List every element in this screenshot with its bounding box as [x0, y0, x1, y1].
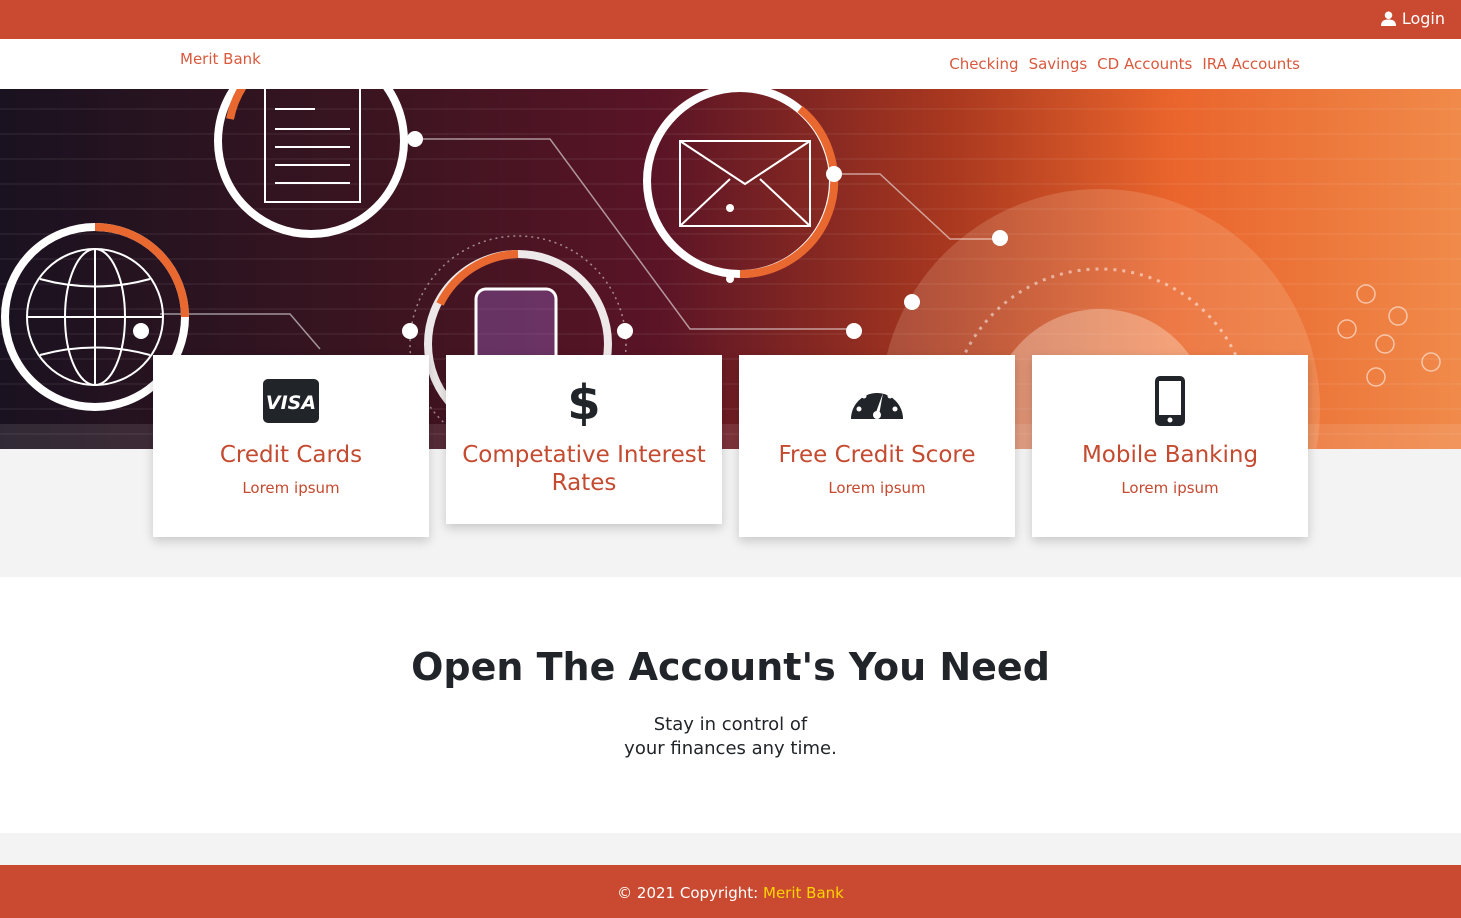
- card-credit-score[interactable]: Free Credit Score Lorem ipsum: [739, 355, 1015, 537]
- footer-brand-link[interactable]: Merit Bank: [763, 884, 844, 902]
- card-title: Credit Cards: [219, 442, 363, 468]
- login-link[interactable]: Login: [1380, 9, 1445, 28]
- card-text: Lorem ipsum: [1121, 479, 1219, 497]
- nav-savings[interactable]: Savings: [1029, 55, 1088, 73]
- footer-copyright: © 2021 Copyright:: [617, 884, 759, 902]
- card-title: Mobile Banking: [1081, 442, 1259, 468]
- card-title: Competative Interest Rates: [462, 442, 706, 496]
- user-icon: [1380, 11, 1396, 26]
- subtitle-line-1: Stay in control of: [653, 714, 808, 735]
- nav-ira-accounts[interactable]: IRA Accounts: [1202, 55, 1300, 73]
- feature-cards: VISA Credit Cards Lorem ipsum $ Competat…: [153, 355, 1308, 537]
- speedometer-icon: [739, 377, 1015, 425]
- navbar: Merit Bank Checking Savings CD Accounts …: [0, 39, 1461, 89]
- section-subtitle: Stay in control of your finances any tim…: [0, 713, 1461, 761]
- visa-icon: VISA: [153, 377, 429, 425]
- login-label: Login: [1401, 9, 1445, 28]
- card-credit-cards[interactable]: VISA Credit Cards Lorem ipsum: [153, 355, 429, 537]
- top-bar: Login: [0, 0, 1461, 39]
- card-text: Lorem ipsum: [828, 479, 926, 497]
- brand-link[interactable]: Merit Bank: [180, 50, 261, 68]
- footer: © 2021 Copyright: Merit Bank: [0, 865, 1461, 918]
- subtitle-line-2: your finances any time.: [624, 738, 837, 759]
- card-title: Free Credit Score: [778, 442, 976, 468]
- accounts-section: Open The Account's You Need Stay in cont…: [0, 577, 1461, 833]
- svg-text:VISA: VISA: [266, 392, 316, 414]
- section-heading: Open The Account's You Need: [411, 645, 1050, 689]
- mobile-phone-icon: [1032, 376, 1308, 426]
- nav-cd-accounts[interactable]: CD Accounts: [1097, 55, 1192, 73]
- card-mobile-banking[interactable]: Mobile Banking Lorem ipsum: [1032, 355, 1308, 537]
- dollar-icon: $: [446, 376, 722, 426]
- nav-checking[interactable]: Checking: [949, 55, 1018, 73]
- card-interest-rates[interactable]: $ Competative Interest Rates: [446, 355, 722, 524]
- nav-links: Checking Savings CD Accounts IRA Account…: [949, 55, 1300, 73]
- svg-text:$: $: [569, 376, 599, 426]
- card-text: Lorem ipsum: [242, 479, 340, 497]
